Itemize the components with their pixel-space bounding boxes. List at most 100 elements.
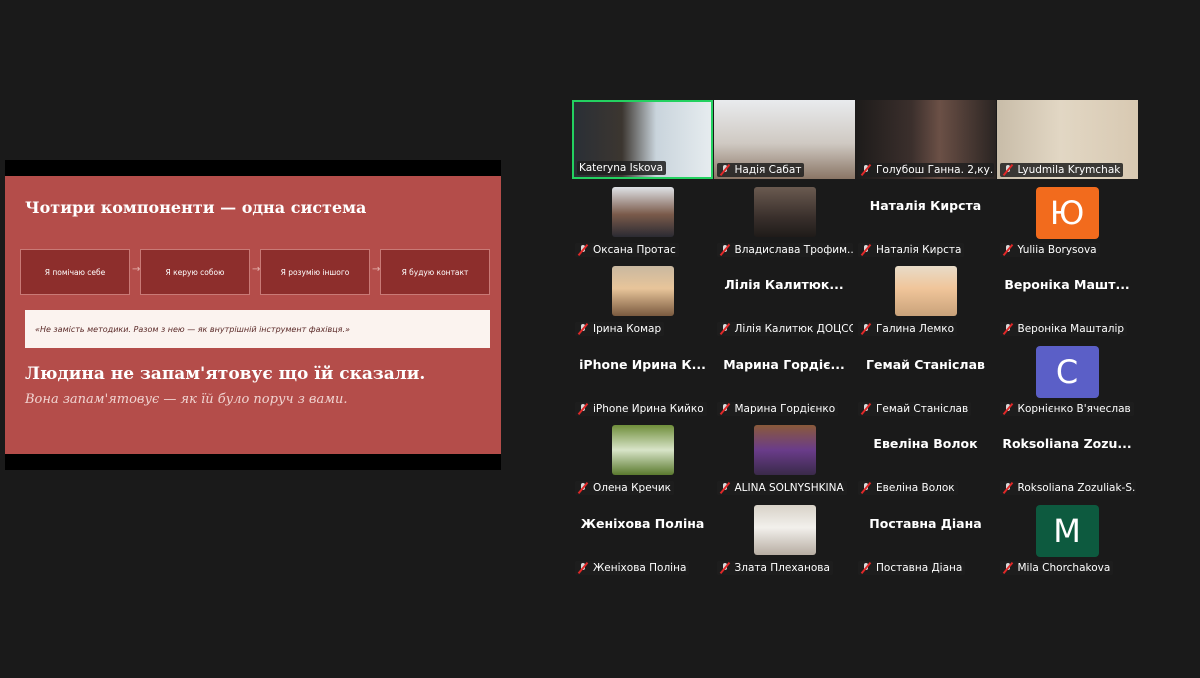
participant-gallery: Kateryna Iskova Надія Сабат Голубош Ганна.… (572, 100, 1142, 580)
participant-name: Roksoliana Zozuliak-S... (1017, 482, 1136, 494)
shared-screen: Чотири компоненти — одна система Я поміч… (5, 160, 501, 470)
participant-tile[interactable]: ALINA SOLNYSHKINA (714, 418, 855, 497)
participant-display-name: Марина Гордіє... (723, 356, 845, 372)
muted-mic-icon (860, 164, 872, 176)
participant-display-name: Поставна Діана (869, 515, 982, 531)
muted-mic-icon (719, 403, 731, 415)
slide-subheadline: Вона запам'ятовує — як їй було поруч з в… (25, 392, 348, 407)
participant-tile[interactable]: Галина Лемко (855, 259, 996, 338)
avatar (753, 186, 816, 237)
muted-mic-icon (860, 482, 872, 494)
participant-tile[interactable]: iPhone Ирина К... iPhone Ирина Кийко (572, 339, 713, 418)
participant-display-name: Гемай Станіслав (866, 356, 985, 372)
step-box-2: Я керую собою (140, 249, 250, 295)
muted-mic-icon (719, 244, 731, 256)
participant-display-name: Наталія Кирста (869, 197, 982, 213)
avatar-initial: M (1035, 504, 1099, 557)
participant-tile[interactable]: Голубош Ганна. 2,ку... (855, 100, 996, 179)
participant-name-label: Наталія Кирста (858, 242, 965, 257)
participant-name: Оксана Протас (593, 243, 676, 256)
participant-display-name: Евеліна Волок (873, 436, 978, 451)
participant-name-label: Надія Сабат (716, 163, 805, 177)
muted-mic-icon (1002, 164, 1014, 176)
muted-mic-icon (577, 403, 589, 415)
participant-tile[interactable]: Гемай Станіслав Гемай Станіслав (855, 339, 996, 418)
muted-mic-icon (719, 323, 731, 335)
participant-name-label: Галина Лемко (858, 322, 958, 336)
participant-name: Лілія Калитюк ДОЦСС (734, 323, 853, 335)
participant-name-label: Евеліна Волок (858, 481, 958, 495)
avatar (753, 425, 816, 475)
participant-name: Евеліна Волок (876, 482, 955, 494)
participant-tile[interactable]: Марина Гордіє... Марина Гордієнко (714, 339, 855, 418)
avatar (612, 425, 674, 475)
participant-tile[interactable]: Ірина Комар (572, 259, 713, 338)
participant-name-label: ALINA SOLNYSHKINA (716, 481, 847, 495)
participant-name-label: Злата Плеханова (716, 560, 833, 575)
participant-name-label: Олена Кречик (575, 481, 675, 495)
participant-display-name: Вероніка Машт... (1004, 277, 1130, 292)
participant-tile[interactable]: Женіхова Поліна Женіхова Поліна (572, 498, 713, 577)
participant-tile[interactable]: Ю Yuliia Borysova (997, 180, 1138, 259)
muted-mic-icon (1002, 323, 1014, 335)
participant-tile[interactable]: Евеліна Волок Евеліна Волок (855, 418, 996, 497)
participant-tile[interactable]: Roksoliana Zozu... Roksoliana Zozuliak-S.… (997, 418, 1138, 497)
muted-mic-icon (1002, 403, 1014, 415)
avatar (612, 186, 674, 237)
participant-name-label: Roksoliana Zozuliak-S... (999, 481, 1136, 495)
participant-tile[interactable]: Kateryna Iskova (572, 100, 713, 179)
muted-mic-icon (860, 244, 872, 256)
presentation-slide: Чотири компоненти — одна система Я поміч… (5, 176, 501, 454)
participant-name: Наталія Кирста (876, 243, 962, 256)
participant-tile[interactable]: Лілія Калитюк... Лілія Калитюк ДОЦСС (714, 259, 855, 338)
muted-mic-icon (860, 403, 872, 415)
participant-tile[interactable]: Наталія Кирста Наталія Кирста (855, 180, 996, 259)
participant-name: Mila Chorchakova (1017, 561, 1111, 574)
participant-name: Вероніка Машталір (1017, 323, 1125, 335)
participant-name: Ірина Комар (593, 323, 662, 335)
participant-name: ALINA SOLNYSHKINA (734, 482, 844, 494)
slide-quote: «Не замість методики. Разом з нею — як в… (25, 310, 490, 348)
participant-tile[interactable]: M Mila Chorchakova (997, 498, 1138, 577)
participant-tile[interactable]: C Корнієнко В'ячеслав (997, 339, 1138, 418)
slide-title: Чотири компоненти — одна система (25, 198, 367, 217)
step-box-3: Я розумію іншого (260, 249, 370, 295)
muted-mic-icon (860, 562, 872, 574)
participant-name-label: Вероніка Машталір (999, 322, 1128, 336)
avatar (753, 504, 816, 555)
participant-tile[interactable]: Олена Кречик (572, 418, 713, 497)
participant-tile[interactable]: Злата Плеханова (714, 498, 855, 577)
muted-mic-icon (1002, 244, 1014, 256)
participant-name-label: Голубош Ганна. 2,ку... (858, 163, 994, 177)
participant-name-label: Ірина Комар (575, 322, 665, 336)
muted-mic-icon (577, 244, 589, 256)
avatar-initial: Ю (1035, 186, 1099, 239)
participant-tile[interactable]: Вероніка Машт... Вероніка Машталір (997, 259, 1138, 338)
participant-display-name: Roksoliana Zozu... (1002, 436, 1132, 451)
participant-name-label: Гемай Станіслав (858, 401, 972, 416)
muted-mic-icon (1002, 562, 1014, 574)
participant-name-label: Владислава Трофим... (716, 242, 853, 257)
participant-name-label: Женіхова Поліна (575, 560, 690, 575)
muted-mic-icon (577, 562, 589, 574)
participant-name: Галина Лемко (876, 323, 955, 335)
avatar (612, 266, 674, 316)
muted-mic-icon (577, 323, 589, 335)
participant-name-label: Лілія Калитюк ДОЦСС (716, 322, 853, 336)
participant-tile[interactable]: Владислава Трофим... (714, 180, 855, 259)
participant-name: iPhone Ирина Кийко (593, 402, 704, 415)
participant-name: Голубош Ганна. 2,ку... (876, 164, 994, 176)
participant-name: Корнієнко В'ячеслав (1017, 402, 1131, 415)
participant-name-label: iPhone Ирина Кийко (575, 401, 707, 416)
participant-tile[interactable]: Надія Сабат (713, 100, 855, 179)
participant-tile[interactable]: Lyudmila Krymchak (996, 100, 1138, 179)
participant-tile[interactable]: Оксана Протас (572, 180, 713, 259)
participant-name-label: Корнієнко В'ячеслав (999, 401, 1134, 416)
slide-headline: Людина не запам'ятовує що їй сказали. (25, 364, 426, 384)
participant-name-label: Mila Chorchakova (999, 560, 1114, 575)
muted-mic-icon (719, 562, 731, 574)
participant-name: Марина Гордієнко (734, 402, 836, 415)
participant-name-label: Yuliia Borysova (999, 242, 1100, 257)
participant-name: Надія Сабат (734, 164, 802, 176)
participant-tile[interactable]: Поставна Діана Поставна Діана (855, 498, 996, 577)
